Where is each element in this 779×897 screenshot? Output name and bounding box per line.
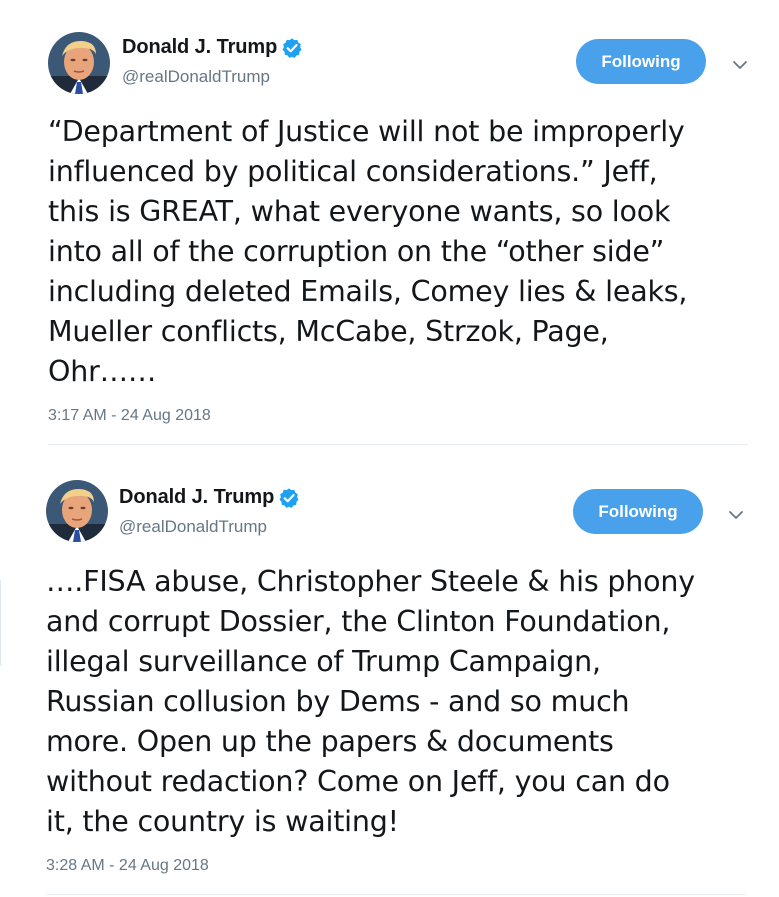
author-avatar[interactable] [46,480,108,542]
author-avatar[interactable] [48,32,110,94]
edge-divider [0,580,1,666]
author-name-row[interactable]: Donald J. Trump [122,36,303,59]
tweet-divider [48,444,748,445]
author-display-name[interactable]: Donald J. Trump [122,36,277,59]
author-handle[interactable]: @realDonaldTrump [119,517,267,537]
following-button[interactable]: Following [576,39,706,84]
author-handle[interactable]: @realDonaldTrump [122,67,270,87]
verified-badge-icon [278,487,300,509]
author-name-row[interactable]: Donald J. Trump [119,486,300,509]
chevron-down-icon[interactable] [731,56,749,69]
chevron-down-icon[interactable] [727,506,745,519]
tweet-divider [46,894,746,895]
author-display-name[interactable]: Donald J. Trump [119,486,274,509]
tweet-card[interactable]: Donald J. Trump @realDonaldTrump Followi… [0,446,779,897]
tweet-text: ….FISA abuse, Christopher Steele & his p… [46,565,695,838]
verified-badge-icon [281,37,303,59]
tweet-card[interactable]: Donald J. Trump @realDonaldTrump Followi… [0,0,779,445]
tweet-text: “Department of Justice will not be impro… [48,115,688,388]
tweet-timestamp[interactable]: 3:17 AM - 24 Aug 2018 [48,407,211,425]
tweet-timestamp[interactable]: 3:28 AM - 24 Aug 2018 [46,857,209,875]
following-button[interactable]: Following [573,489,703,534]
